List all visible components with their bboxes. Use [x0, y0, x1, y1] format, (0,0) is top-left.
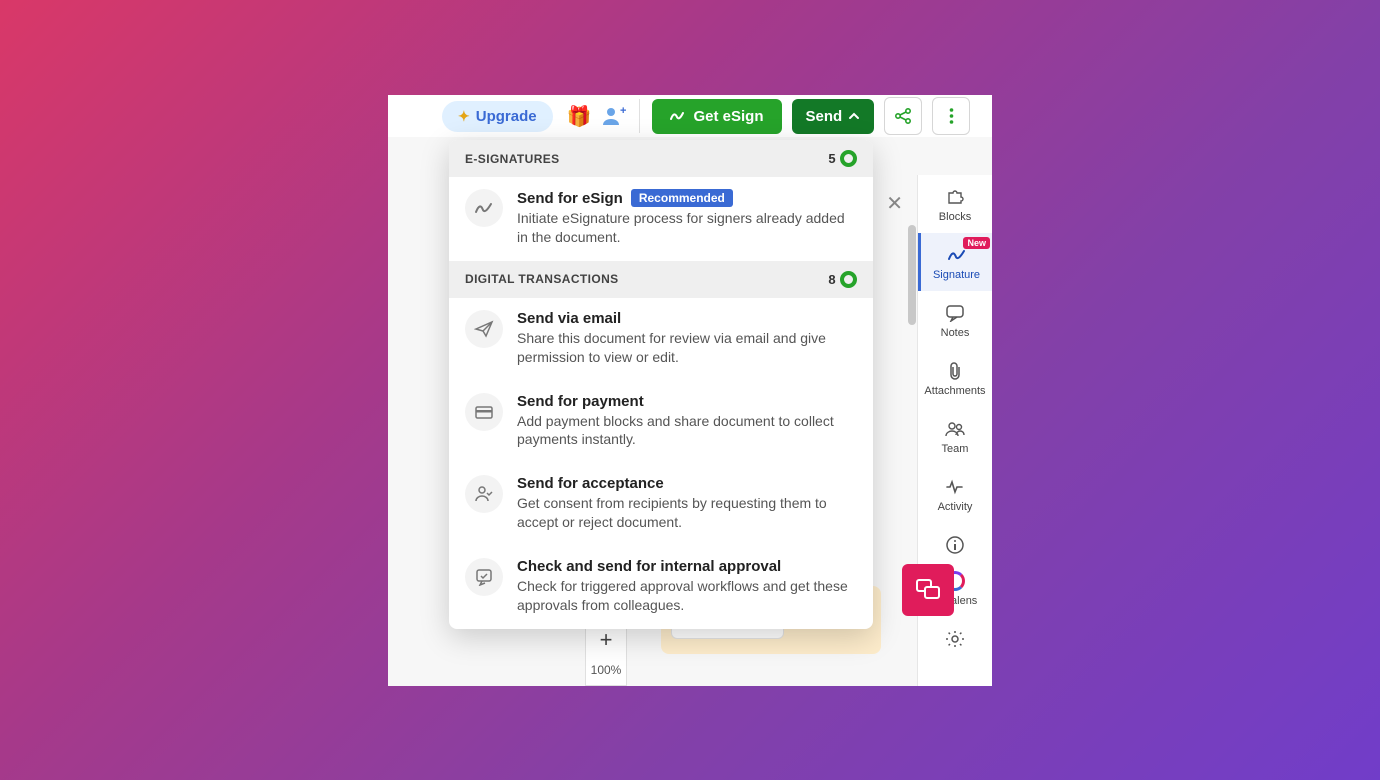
chat-fab[interactable]: [902, 564, 954, 616]
kebab-icon: [949, 107, 954, 125]
recommended-badge: Recommended: [631, 189, 733, 207]
rail-signature[interactable]: New Signature: [918, 233, 992, 291]
signature-icon: [465, 189, 503, 227]
zoom-level: 100%: [586, 659, 626, 685]
menu-send-for-acceptance[interactable]: Send for acceptance Get consent from rec…: [449, 463, 873, 546]
toolbar-divider: [639, 99, 640, 133]
person-check-icon: [465, 475, 503, 513]
get-esign-label: Get eSign: [693, 108, 763, 125]
close-panel-icon[interactable]: ✕: [886, 191, 903, 216]
gift-icon[interactable]: 🎁: [567, 104, 592, 129]
rail-blocks[interactable]: Blocks: [918, 175, 992, 233]
chevron-up-icon: [848, 111, 860, 121]
esign-credits: 5: [828, 150, 857, 167]
get-esign-button[interactable]: Get eSign: [652, 99, 781, 134]
puzzle-icon: [945, 187, 965, 207]
send-button[interactable]: Send: [792, 99, 875, 134]
scrollbar-thumb[interactable]: [908, 225, 916, 325]
new-badge: New: [963, 237, 990, 249]
rail-settings[interactable]: [918, 617, 992, 649]
credits-ring-icon: [840, 150, 857, 167]
paperclip-icon: [946, 361, 964, 381]
svg-text:+: +: [620, 105, 626, 117]
upgrade-label: Upgrade: [476, 108, 537, 125]
rail-activity[interactable]: Activity: [918, 465, 992, 523]
gear-icon: [945, 629, 965, 649]
share-icon: [894, 107, 912, 125]
top-toolbar: ✦ Upgrade 🎁 + Get eSign Send: [388, 95, 992, 137]
rail-info[interactable]: [918, 523, 992, 559]
team-icon: [944, 419, 966, 439]
info-icon: [945, 535, 965, 555]
add-person-button[interactable]: +: [601, 105, 627, 127]
more-menu-button[interactable]: [932, 97, 970, 135]
section-digital-transactions: DIGITAL TRANSACTIONS 8: [449, 261, 873, 298]
sparkle-icon: ✦: [458, 108, 470, 125]
send-label: Send: [806, 108, 843, 125]
share-button[interactable]: [884, 97, 922, 135]
activity-icon: [945, 477, 965, 497]
menu-send-via-email[interactable]: Send via email Share this document for r…: [449, 298, 873, 381]
upgrade-button[interactable]: ✦ Upgrade: [442, 101, 553, 132]
menu-internal-approval[interactable]: Check and send for internal approval Che…: [449, 546, 873, 629]
approval-icon: [465, 558, 503, 596]
credits-ring-icon: [840, 271, 857, 288]
chat-bubbles-icon: [915, 578, 941, 602]
payment-icon: [465, 393, 503, 431]
menu-send-for-esign[interactable]: Send for eSign Recommended Initiate eSig…: [449, 177, 873, 261]
transaction-credits: 8: [828, 271, 857, 288]
section-esignatures: E-SIGNATURES 5: [449, 140, 873, 177]
rail-notes[interactable]: Notes: [918, 291, 992, 349]
zoom-control[interactable]: + 100%: [585, 620, 627, 686]
rail-attachments[interactable]: Attachments: [918, 349, 992, 407]
send-dropdown: E-SIGNATURES 5 Send for eSign Recommende…: [449, 140, 873, 629]
menu-send-for-payment[interactable]: Send for payment Add payment blocks and …: [449, 381, 873, 464]
paper-plane-icon: [465, 310, 503, 348]
rail-team[interactable]: Team: [918, 407, 992, 465]
chat-icon: [945, 303, 965, 323]
